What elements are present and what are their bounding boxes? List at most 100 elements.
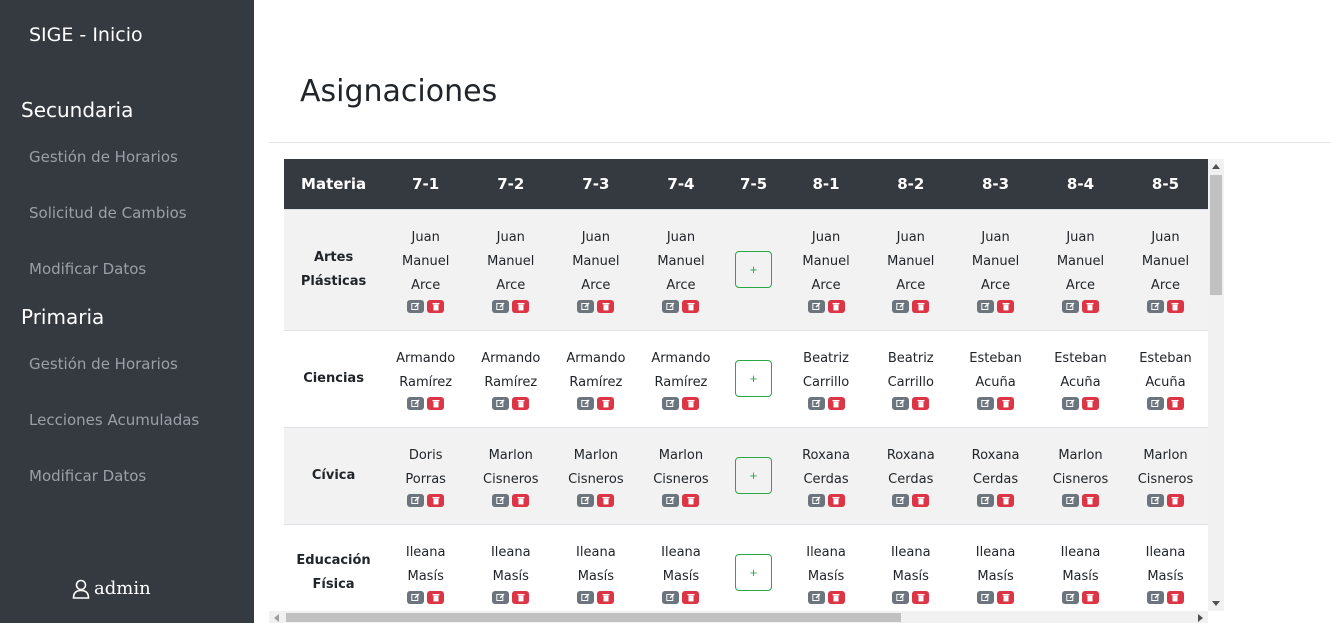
edit-icon[interactable] [807, 397, 825, 410]
scroll-up-arrow-icon[interactable] [1212, 164, 1220, 169]
edit-icon[interactable] [577, 494, 595, 507]
trash-icon[interactable] [512, 397, 530, 410]
user-menu[interactable]: admin [72, 578, 151, 599]
column-header-group: 8-4 [1038, 159, 1123, 209]
trash-icon[interactable] [827, 300, 845, 313]
trash-icon[interactable] [597, 591, 615, 605]
subject-name: Plásticas [300, 273, 367, 289]
trash-icon[interactable] [512, 494, 530, 507]
edit-icon[interactable] [577, 300, 595, 313]
edit-icon[interactable] [977, 591, 995, 605]
nav-modificar-datos-primaria[interactable]: Modificar Datos [29, 467, 146, 485]
edit-icon[interactable] [407, 494, 425, 507]
edit-icon[interactable] [407, 300, 425, 313]
nav-solicitud-cambios[interactable]: Solicitud de Cambios [29, 204, 187, 222]
edit-icon[interactable] [662, 494, 680, 507]
add-assignment-button[interactable]: + [735, 554, 773, 592]
edit-icon[interactable] [577, 397, 595, 410]
teacher-name: Doris [408, 448, 443, 463]
teacher-name: Arce [981, 278, 1011, 293]
edit-icon[interactable] [492, 494, 510, 507]
trash-icon[interactable] [827, 591, 845, 605]
nav-modificar-datos-secundaria[interactable]: Modificar Datos [29, 260, 146, 278]
edit-icon[interactable] [892, 494, 910, 507]
edit-icon[interactable] [1061, 300, 1079, 313]
edit-icon[interactable] [892, 300, 910, 313]
trash-icon[interactable] [997, 300, 1015, 313]
trash-icon[interactable] [1081, 591, 1099, 605]
edit-icon[interactable] [977, 494, 995, 507]
add-assignment-button[interactable]: + [735, 251, 773, 288]
trash-icon[interactable] [997, 494, 1015, 507]
trash-icon[interactable] [912, 397, 930, 410]
edit-icon[interactable] [1061, 397, 1079, 410]
vertical-scroll-thumb[interactable] [1210, 175, 1222, 295]
trash-icon[interactable] [512, 591, 530, 605]
edit-icon[interactable] [407, 591, 425, 605]
edit-icon[interactable] [492, 591, 510, 605]
trash-icon[interactable] [1166, 300, 1184, 313]
scroll-down-arrow-icon[interactable] [1212, 601, 1220, 606]
edit-icon[interactable] [1146, 300, 1164, 313]
edit-icon[interactable] [577, 591, 595, 605]
trash-icon[interactable] [597, 300, 615, 313]
assignment-cell: Juan Manuel Arce [868, 209, 954, 330]
trash-icon[interactable] [597, 494, 615, 507]
trash-icon[interactable] [427, 494, 445, 507]
assignments-table-container[interactable]: Materia 7-1 7-2 7-3 7-4 7-5 8-1 8-2 8-3 8-4 8-5 Ar… [284, 159, 1208, 611]
trash-icon[interactable] [682, 494, 700, 507]
trash-icon[interactable] [912, 300, 930, 313]
nav-lecciones-acumuladas[interactable]: Lecciones Acumuladas [29, 411, 199, 429]
edit-icon[interactable] [1061, 494, 1079, 507]
scroll-left-arrow-icon[interactable] [274, 614, 279, 622]
trash-icon[interactable] [827, 494, 845, 507]
trash-icon[interactable] [1081, 300, 1099, 313]
trash-icon[interactable] [912, 494, 930, 507]
trash-icon[interactable] [427, 397, 445, 410]
edit-icon[interactable] [407, 397, 425, 410]
trash-icon[interactable] [1166, 494, 1184, 507]
brand-link[interactable]: SIGE - Inicio [29, 24, 143, 46]
teacher-name: Ileana [1060, 545, 1101, 561]
edit-icon[interactable] [807, 300, 825, 313]
edit-icon[interactable] [1061, 591, 1079, 605]
trash-icon[interactable] [1166, 591, 1184, 605]
trash-icon[interactable] [912, 591, 930, 605]
trash-icon[interactable] [597, 397, 615, 410]
trash-icon[interactable] [427, 591, 445, 605]
edit-icon[interactable] [807, 494, 825, 507]
trash-icon[interactable] [1166, 397, 1184, 410]
add-assignment-button[interactable]: + [735, 457, 773, 494]
edit-icon[interactable] [1146, 494, 1164, 507]
trash-icon[interactable] [1081, 397, 1099, 410]
edit-icon[interactable] [892, 397, 910, 410]
edit-icon[interactable] [662, 300, 680, 313]
edit-icon[interactable] [492, 300, 510, 313]
trash-icon[interactable] [682, 591, 700, 605]
edit-icon[interactable] [1146, 397, 1164, 410]
edit-icon[interactable] [1146, 591, 1164, 605]
trash-icon[interactable] [682, 397, 700, 410]
nav-gestion-horarios-primaria[interactable]: Gestión de Horarios [29, 355, 178, 373]
vertical-scrollbar[interactable] [1208, 159, 1224, 611]
scroll-right-arrow-icon[interactable] [1198, 614, 1203, 622]
horizontal-scrollbar[interactable] [269, 611, 1208, 623]
edit-icon[interactable] [977, 397, 995, 410]
edit-icon[interactable] [492, 397, 510, 410]
trash-icon[interactable] [512, 300, 530, 313]
edit-icon[interactable] [892, 591, 910, 605]
edit-icon[interactable] [977, 300, 995, 313]
horizontal-scroll-thumb[interactable] [286, 613, 901, 622]
add-assignment-button[interactable]: + [735, 360, 773, 397]
assignment-cell: Ileana Masís [383, 524, 469, 611]
edit-icon[interactable] [662, 591, 680, 605]
edit-icon[interactable] [807, 591, 825, 605]
trash-icon[interactable] [997, 397, 1015, 410]
trash-icon[interactable] [827, 397, 845, 410]
trash-icon[interactable] [997, 591, 1015, 605]
trash-icon[interactable] [427, 300, 445, 313]
trash-icon[interactable] [1081, 494, 1099, 507]
edit-icon[interactable] [662, 397, 680, 410]
nav-gestion-horarios-secundaria[interactable]: Gestión de Horarios [29, 148, 178, 166]
trash-icon[interactable] [682, 300, 700, 313]
